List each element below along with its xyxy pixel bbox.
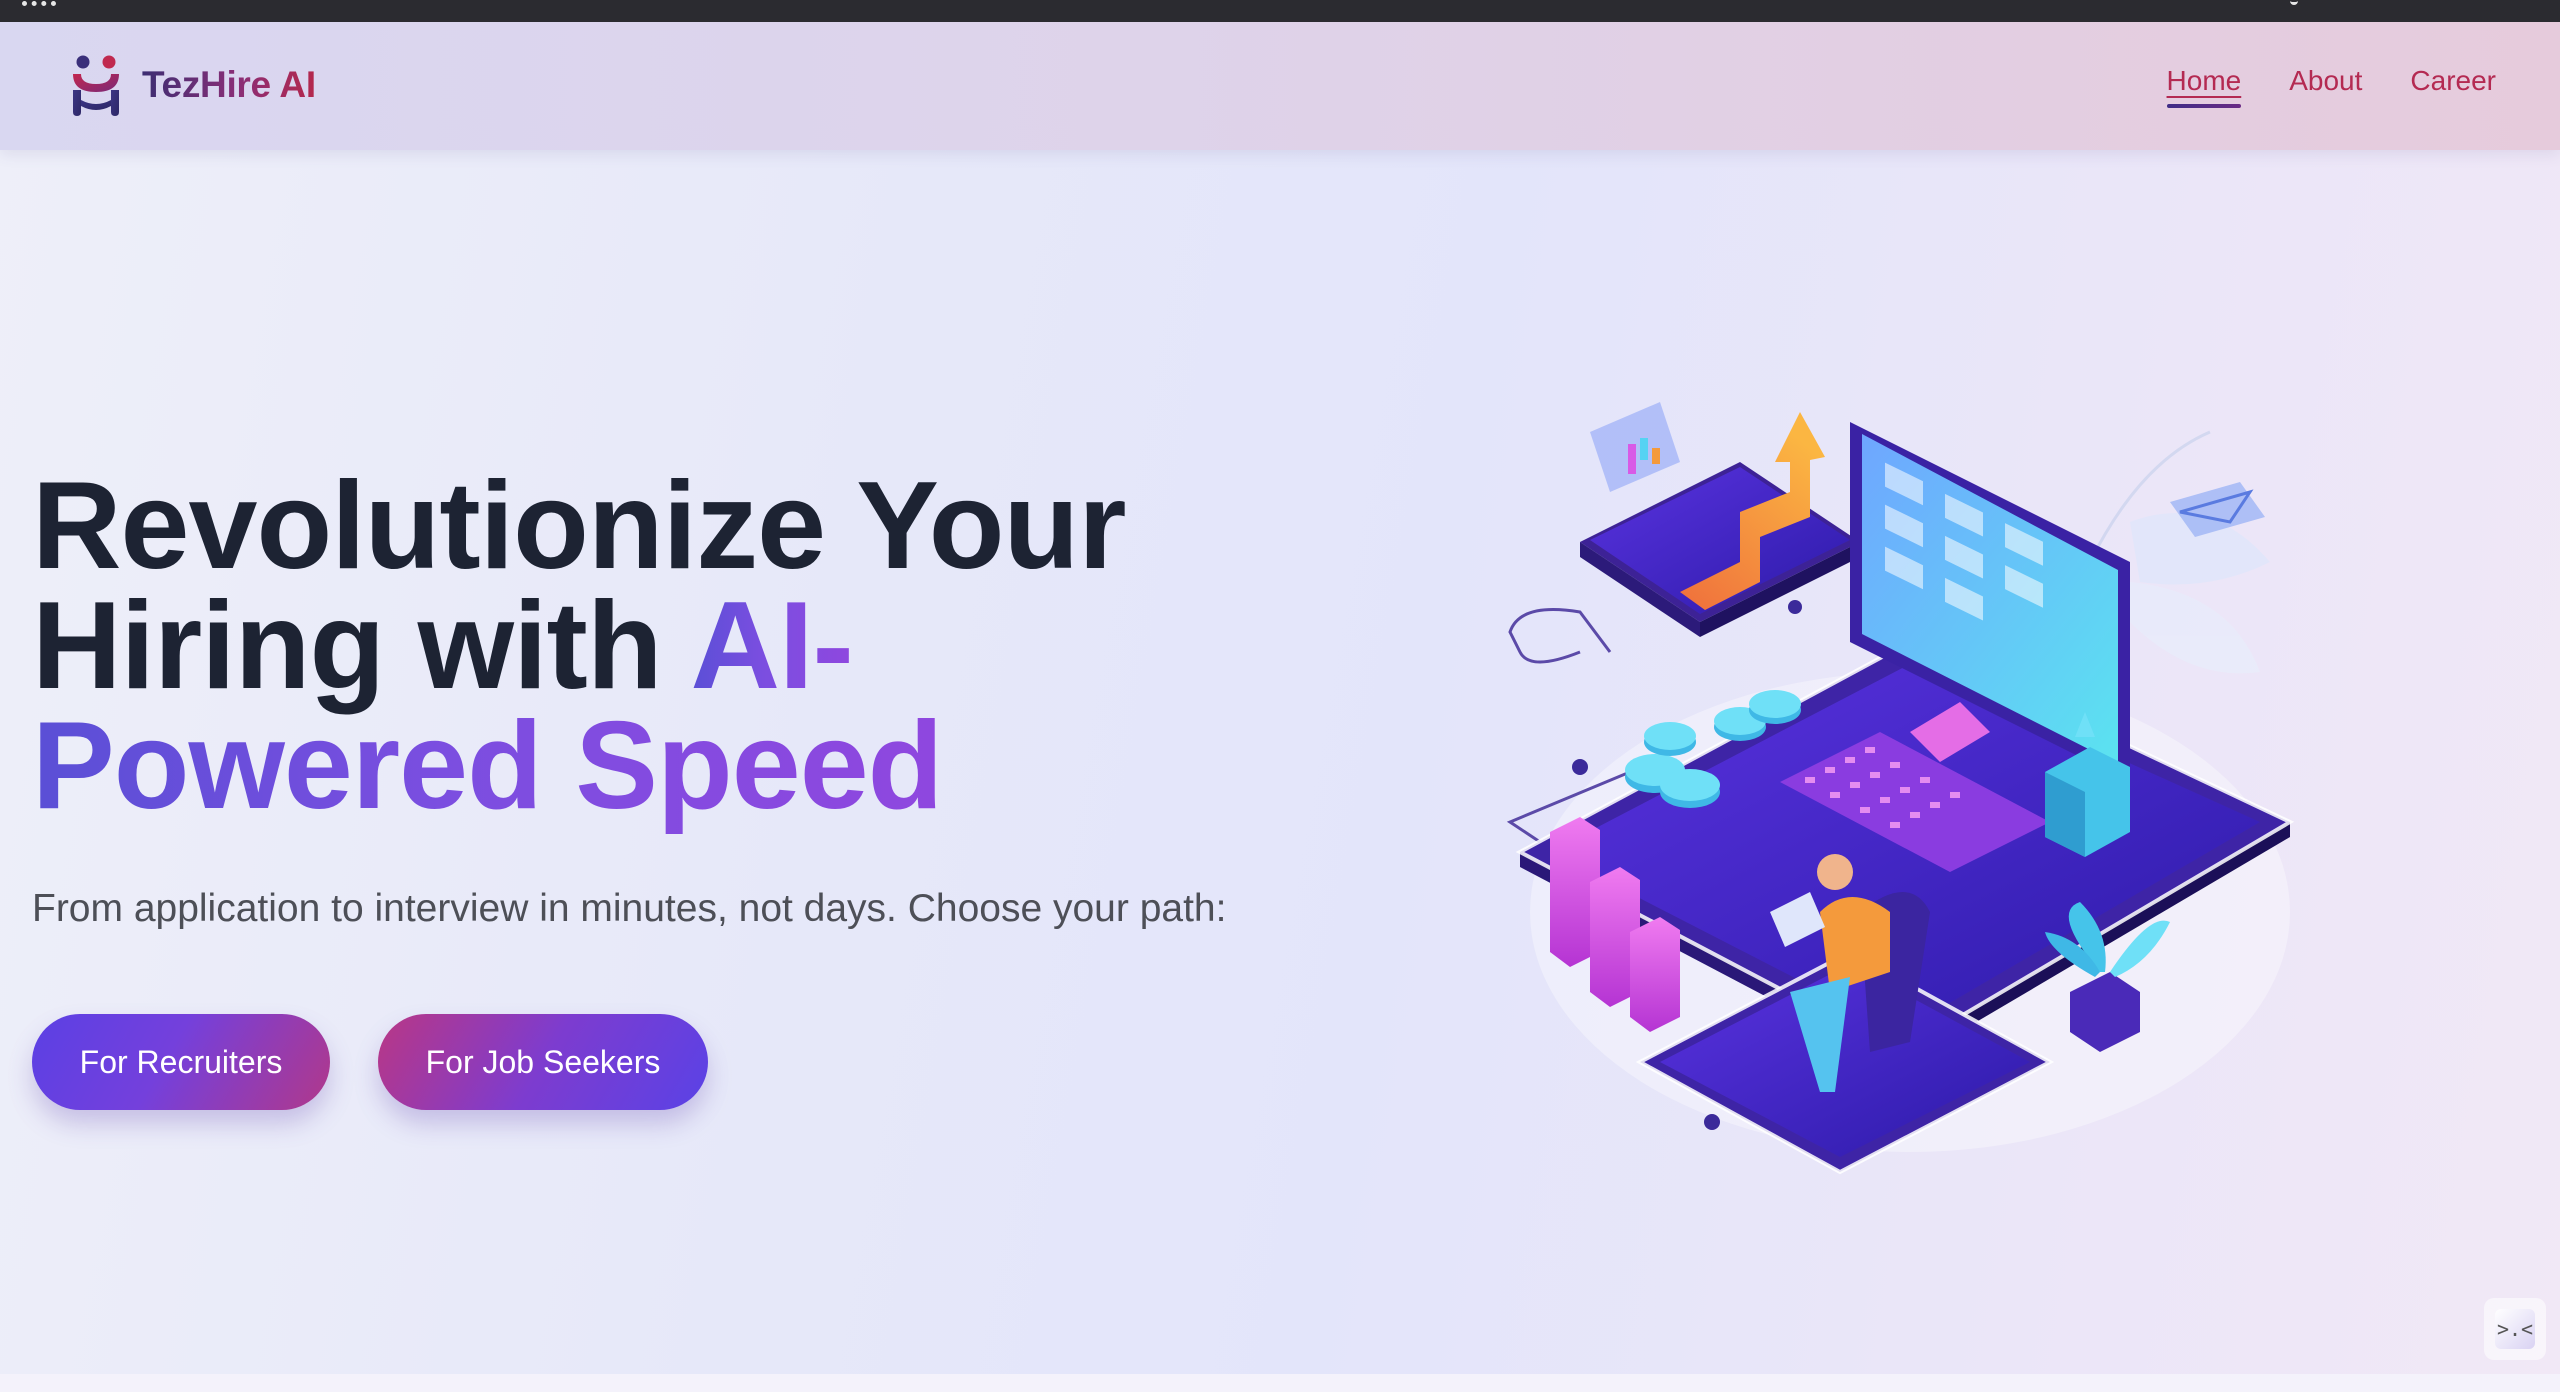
hero-title-line1: Revolutionize Your [32, 457, 1127, 595]
main-nav: Home About Career [2166, 64, 2496, 108]
floating-widget-button[interactable]: >.< [2484, 1298, 2546, 1360]
expand-icon: >.< [2496, 1317, 2534, 1341]
for-recruiters-button[interactable]: For Recruiters [32, 1014, 330, 1110]
hero-title-accent-speed: Powered Speed [32, 697, 943, 835]
nav-about-link[interactable]: About [2289, 64, 2362, 108]
hero-title-accent-ai: AI- [690, 577, 853, 715]
brand-name: TezHire AI [142, 64, 316, 105]
browser-top-strip [0, 0, 2560, 22]
for-job-seekers-button[interactable]: For Job Seekers [378, 1014, 708, 1110]
hero-subtitle: From application to interview in minutes… [32, 887, 1227, 930]
drag-handle-icon [22, 0, 56, 6]
tezhire-logo-icon [73, 55, 119, 116]
nav-home-link[interactable]: Home [2166, 64, 2241, 108]
hero-title-line2: Hiring with [32, 577, 691, 715]
page: TezHire AI Home About Career Revolutioni… [0, 22, 2560, 1392]
nav-career-link[interactable]: Career [2410, 64, 2496, 108]
brand[interactable]: TezHire AI [70, 54, 316, 116]
isometric-workspace-illustration [1506, 402, 2295, 1175]
navbar: TezHire AI Home About Career [0, 22, 2560, 150]
page-bottom-edge [0, 1374, 2560, 1392]
notch-icon [2290, 0, 2298, 5]
hero-title: Revolutionize Your Hiring with AI- Powered… [32, 464, 1232, 828]
